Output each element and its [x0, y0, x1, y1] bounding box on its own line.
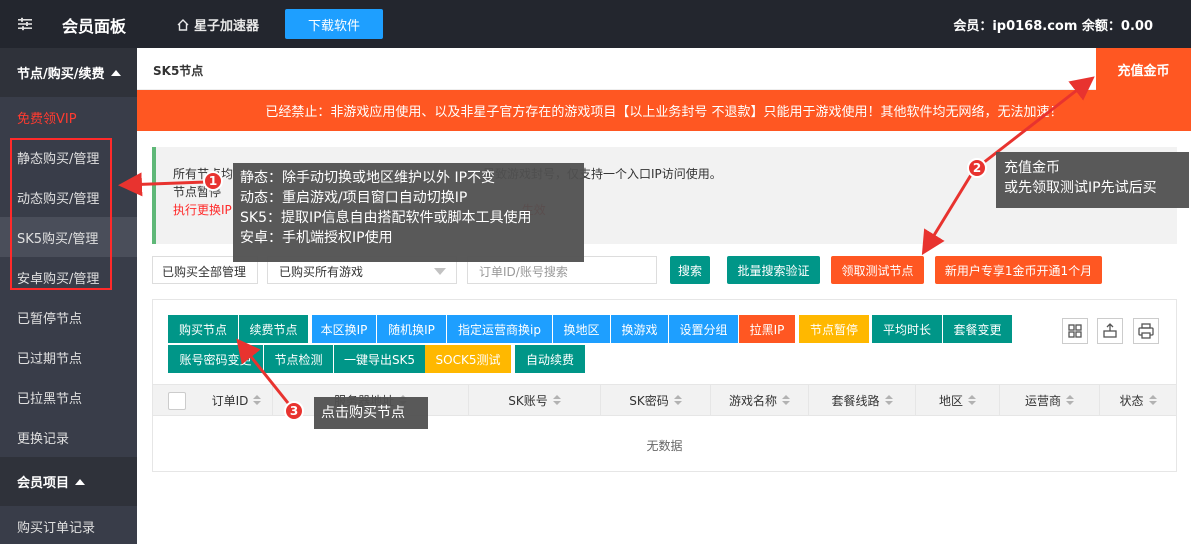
col-label: 套餐线路	[831, 393, 880, 408]
col-label: SK密码	[629, 393, 669, 408]
caret-up-icon	[75, 478, 86, 485]
sort-icon	[782, 395, 790, 405]
sidebar-group-label: 节点/购买/续费	[17, 67, 105, 82]
tip1-line: 动态：重启游戏/项目窗口自动切换IP	[240, 190, 468, 206]
sort-icon	[673, 395, 682, 405]
tooltip-recharge: 充值金币 或先领取测试IP先试后买	[996, 152, 1189, 208]
node-check-button[interactable]: 节点检测	[263, 345, 333, 373]
plan-change-button[interactable]: 套餐变更	[942, 315, 1012, 343]
select-all-checkbox[interactable]	[168, 392, 186, 410]
col-plan-line[interactable]: 套餐线路	[808, 385, 915, 415]
step-badge-1: 1	[203, 171, 223, 191]
credential-change-button[interactable]: 账号密码变更	[168, 345, 263, 373]
buy-node-button[interactable]: 购买节点	[168, 315, 238, 343]
step-badge-3: 3	[284, 401, 304, 421]
notice-line3: 执行更换IP	[173, 203, 232, 217]
tip2-line: 或先领取测试IP先试后买	[1004, 180, 1157, 196]
home-link-label: 星子加速器	[194, 19, 260, 34]
random-ip-change-button[interactable]: 随机换IP	[376, 315, 446, 343]
sidebar: 节点/购买/续费 免费领VIP 静态购买/管理 动态购买/管理 SK5购买/管理…	[0, 48, 137, 544]
empty-state: 无数据	[646, 439, 683, 453]
export-icon[interactable]	[1097, 318, 1123, 344]
sidebar-item-free-vip[interactable]: 免费领VIP	[0, 97, 137, 137]
dropdown-arrow-icon	[434, 268, 446, 275]
app-title: 会员面板	[62, 17, 127, 36]
tip1-line: 安卓：手机端授权IP使用	[240, 230, 393, 246]
menu-icon[interactable]	[17, 16, 33, 32]
game-filter-value: 已购买所有游戏	[279, 265, 364, 279]
col-region[interactable]: 地区	[915, 385, 999, 415]
sort-icon	[552, 395, 561, 405]
col-label: 游戏名称	[728, 393, 777, 408]
sort-icon	[253, 395, 262, 405]
col-label: 状态	[1119, 393, 1144, 408]
warning-banner: 已经禁止：非游戏应用使用、以及非星子官方存在的游戏项目【以上业务封号 不退款】只…	[137, 90, 1191, 131]
set-group-button[interactable]: 设置分组	[668, 315, 738, 343]
caret-up-icon	[110, 69, 121, 76]
top-bar: 会员面板 星子加速器 下载软件 会员：ip0168.com 余额：0.00	[0, 0, 1191, 48]
sidebar-item-expired[interactable]: 已过期节点	[0, 337, 137, 377]
col-carrier[interactable]: 运营商	[999, 385, 1099, 415]
highlight-box	[10, 138, 112, 290]
auto-renew-button[interactable]: 自动续费	[515, 345, 585, 373]
sidebar-group-nodes[interactable]: 节点/购买/续费	[0, 48, 137, 97]
col-sk-account[interactable]: SK账号	[468, 385, 600, 415]
sidebar-group-label: 会员项目	[17, 476, 70, 491]
col-label: SK账号	[508, 393, 548, 408]
carrier-ip-change-button[interactable]: 指定运营商换ip	[446, 315, 552, 343]
sidebar-group-member[interactable]: 会员项目	[0, 457, 137, 506]
main-content: SK5节点 充值金币 已经禁止：非游戏应用使用、以及非星子官方存在的游戏项目【以…	[137, 48, 1191, 544]
tip1-line: 静态：除手动切换或地区维护以外 IP不变	[240, 170, 496, 186]
account-balance: 会员：ip0168.com 余额：0.00	[953, 19, 1153, 34]
col-status[interactable]: 状态	[1099, 385, 1176, 415]
trial-node-button[interactable]: 领取测试节点	[831, 256, 924, 284]
col-game-name[interactable]: 游戏名称	[710, 385, 808, 415]
local-ip-change-button[interactable]: 本区换IP	[312, 315, 376, 343]
col-label: 运营商	[1024, 393, 1061, 408]
sidebar-item-blacklisted[interactable]: 已拉黑节点	[0, 377, 137, 417]
sort-icon	[1148, 395, 1157, 405]
sort-icon	[1066, 395, 1074, 405]
col-sk-password[interactable]: SK密码	[600, 385, 710, 415]
home-icon	[177, 18, 189, 31]
tooltip-node-types: 静态：除手动切换或地区维护以外 IP不变 动态：重启游戏/项目窗口自动切换IP …	[233, 163, 584, 262]
search-button[interactable]: 搜索	[670, 256, 710, 284]
col-order-id[interactable]: 订单ID	[201, 385, 272, 415]
table-header: 订单ID 服务器地址 SK账号 SK密码 游戏名称 套餐线路 地区 运营商 状态	[153, 384, 1176, 416]
page-title: SK5节点	[153, 64, 204, 78]
pause-node-button[interactable]: 节点暂停	[799, 315, 869, 343]
col-label: 地区	[938, 393, 963, 408]
print-icon[interactable]	[1133, 318, 1159, 344]
blacklist-ip-button[interactable]: 拉黑IP	[739, 315, 795, 343]
tip1-line: SK5：提取IP信息自由搭配软件或脚本工具使用	[240, 210, 532, 226]
new-user-offer-button[interactable]: 新用户专享1金币开通1个月	[935, 256, 1102, 284]
content-header: SK5节点	[137, 48, 1191, 90]
download-software-button[interactable]: 下载软件	[285, 9, 383, 39]
sort-icon	[968, 395, 976, 405]
node-table-card: 购买节点 续费节点 本区换IP 随机换IP 指定运营商换ip 换地区 换游戏 设…	[152, 299, 1177, 472]
columns-icon[interactable]	[1062, 318, 1088, 344]
bulk-verify-button[interactable]: 批量搜索验证	[727, 256, 820, 284]
col-label: 订单ID	[211, 393, 249, 408]
tooltip-buy-node: 点击购买节点	[314, 397, 428, 429]
change-region-button[interactable]: 换地区	[552, 315, 610, 343]
sidebar-item-orders[interactable]: 购买订单记录	[0, 506, 137, 544]
change-game-button[interactable]: 换游戏	[610, 315, 668, 343]
step-badge-2: 2	[967, 158, 987, 178]
sock5-test-button[interactable]: SOCK5测试	[425, 345, 511, 373]
avg-duration-button[interactable]: 平均时长	[872, 315, 942, 343]
tip2-line: 充值金币	[1004, 160, 1060, 176]
renew-node-button[interactable]: 续费节点	[238, 315, 308, 343]
sidebar-item-change-log[interactable]: 更换记录	[0, 417, 137, 457]
recharge-button[interactable]: 充值金币	[1096, 48, 1191, 90]
sidebar-item-paused[interactable]: 已暂停节点	[0, 297, 137, 337]
export-sk5-button[interactable]: 一键导出SK5	[333, 345, 425, 373]
sort-icon	[884, 395, 893, 405]
home-link[interactable]: 星子加速器	[176, 15, 259, 34]
